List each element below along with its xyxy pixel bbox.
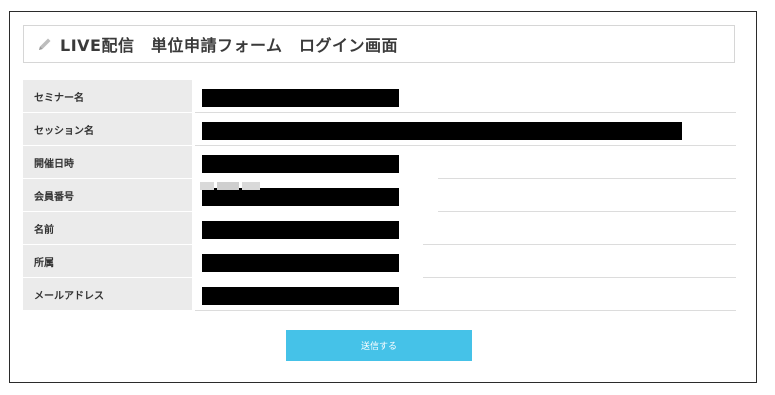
blur-block bbox=[242, 182, 260, 190]
redaction-bar bbox=[202, 188, 399, 206]
redaction-bar bbox=[202, 122, 682, 140]
login-form-table: セミナー名 セッション名 開催日時 会員番号 名前 所属 メールアドレス bbox=[23, 80, 736, 311]
event-datetime-field[interactable] bbox=[195, 146, 736, 179]
field-label: セッション名 bbox=[34, 125, 94, 137]
redaction-bar bbox=[202, 254, 399, 272]
blur-block bbox=[200, 182, 214, 190]
form-row-name: 名前 bbox=[23, 212, 736, 245]
form-row-email: メールアドレス bbox=[23, 278, 736, 311]
form-row-affiliation: 所属 bbox=[23, 245, 736, 278]
form-row-datetime: 開催日時 bbox=[23, 146, 736, 179]
field-label-cell: 所属 bbox=[23, 245, 192, 277]
affiliation-field[interactable] bbox=[195, 245, 736, 278]
email-field[interactable] bbox=[195, 278, 736, 311]
field-label-cell: セミナー名 bbox=[23, 80, 192, 112]
blur-block bbox=[217, 182, 239, 190]
redaction-bar bbox=[202, 89, 399, 107]
name-field[interactable] bbox=[195, 212, 736, 245]
field-label-cell: メールアドレス bbox=[23, 278, 192, 310]
pencil-icon bbox=[39, 38, 51, 50]
redaction-bar bbox=[202, 155, 399, 173]
form-window: LIVE配信 単位申請フォーム ログイン画面 セミナー名 セッション名 開催日時 bbox=[9, 11, 757, 383]
session-name-field[interactable] bbox=[195, 113, 736, 146]
row-divider bbox=[195, 310, 736, 311]
blurred-artifact bbox=[200, 182, 270, 190]
submit-button[interactable]: 送信する bbox=[286, 330, 472, 361]
page-title: LIVE配信 単位申請フォーム ログイン画面 bbox=[60, 36, 398, 55]
seminar-name-field[interactable] bbox=[195, 80, 736, 113]
field-label-cell: 名前 bbox=[23, 212, 192, 244]
field-label-cell: セッション名 bbox=[23, 113, 192, 145]
redaction-bar bbox=[202, 221, 399, 239]
field-label-cell: 会員番号 bbox=[23, 179, 192, 211]
redaction-bar bbox=[202, 287, 399, 305]
field-label: メールアドレス bbox=[34, 290, 104, 302]
field-label: 名前 bbox=[34, 224, 54, 236]
field-label: 会員番号 bbox=[34, 191, 74, 203]
form-row-session: セッション名 bbox=[23, 113, 736, 146]
field-label: 所属 bbox=[34, 257, 54, 269]
field-label: 開催日時 bbox=[34, 158, 74, 170]
member-number-field[interactable] bbox=[195, 179, 736, 212]
form-row-seminar: セミナー名 bbox=[23, 80, 736, 113]
form-row-member-number: 会員番号 bbox=[23, 179, 736, 212]
page-title-bar: LIVE配信 単位申請フォーム ログイン画面 bbox=[23, 25, 735, 63]
field-label-cell: 開催日時 bbox=[23, 146, 192, 178]
field-label: セミナー名 bbox=[34, 92, 84, 104]
